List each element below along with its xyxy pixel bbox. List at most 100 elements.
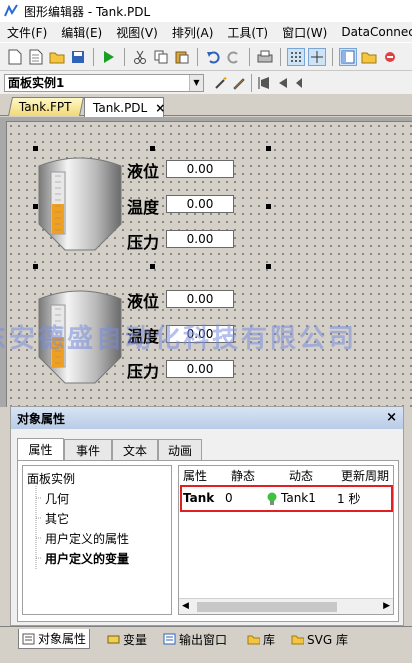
tab-variables[interactable]: 变量 (104, 629, 150, 649)
paste-icon[interactable] (173, 48, 191, 66)
level-value[interactable]: 0.00 (166, 160, 234, 178)
tab-tank-pdl[interactable]: Tank.PDL × (84, 97, 165, 117)
variable-icon (107, 635, 120, 644)
close-icon[interactable]: × (386, 410, 397, 425)
folder-icon (247, 635, 260, 645)
menu-window[interactable]: 窗口(W) (275, 24, 334, 41)
object-selector-value: 面板实例1 (8, 76, 65, 90)
output-icon (163, 633, 176, 645)
tab-text[interactable]: 文本 (112, 439, 158, 460)
tab-label: 对象属性 (38, 632, 87, 646)
selection-handle[interactable] (150, 146, 155, 151)
cut-icon[interactable] (131, 48, 149, 66)
tree-node-geometry[interactable]: 几何 (45, 490, 69, 507)
selection-handle[interactable] (266, 264, 271, 269)
tab-tank-fpt[interactable]: Tank.FPT (7, 97, 85, 116)
menu-view[interactable]: 视图(V) (109, 24, 165, 41)
app-icon (4, 4, 18, 17)
object-properties-panel: 对象属性 × 属性 事件 文本 动画 面板实例 几何 其它 用户定义的属性 用户… (10, 406, 404, 626)
selection-handle[interactable] (266, 146, 271, 151)
temperature-value[interactable]: 0.00 (166, 195, 234, 213)
run-icon[interactable] (100, 48, 118, 66)
title-bar: 图形编辑器 - Tank.PDL (0, 0, 412, 22)
layout-panel-icon[interactable] (339, 47, 357, 66)
menu-tools[interactable]: 工具(T) (220, 24, 275, 41)
redo-icon[interactable] (225, 48, 243, 66)
panel-title: 对象属性 (17, 411, 66, 426)
pencil-icon[interactable] (230, 74, 248, 92)
selection-handle[interactable] (150, 264, 155, 269)
pressure-value[interactable]: 0.00 (166, 230, 234, 248)
horizontal-scrollbar[interactable]: ◀ ▶ (179, 598, 393, 614)
scrollbar-thumb[interactable] (197, 602, 337, 612)
chevron-down-icon[interactable]: ▼ (189, 74, 203, 91)
object-selector[interactable]: 面板实例1 ▼ (4, 73, 204, 92)
object-toolbar: 面板实例1 ▼ (0, 70, 412, 94)
level-label: 液位 (127, 162, 160, 181)
tree-lines (35, 486, 41, 570)
new-doc-icon[interactable] (27, 48, 45, 66)
tank-graphic[interactable] (35, 152, 125, 254)
properties-icon (22, 633, 35, 644)
toolbar (0, 42, 412, 70)
selection-handle[interactable] (266, 204, 271, 209)
column-header-property: 属性 (183, 466, 229, 486)
tab-animation[interactable]: 动画 (158, 439, 202, 460)
level-value[interactable]: 0.00 (166, 290, 234, 308)
tab-object-properties[interactable]: 对象属性 (18, 629, 91, 649)
magic-wand-icon[interactable] (212, 74, 230, 92)
menu-file[interactable]: 文件(F) (0, 24, 54, 41)
pressure-label: 压力 (127, 233, 160, 252)
scroll-left-icon[interactable]: ◀ (182, 601, 189, 611)
tab-svg-library[interactable]: SVG 库 (288, 629, 351, 649)
drawing-canvas[interactable]: 液位 温度 压力 0.00 0.00 0.00 液位 温度 压力 0.00 0.… (6, 121, 412, 407)
panel-title-bar: 对象属性 × (11, 407, 403, 429)
tree-node-panel-instance[interactable]: 面板实例 (27, 470, 75, 487)
open-folder-icon[interactable] (48, 48, 66, 66)
pressure-value[interactable]: 0.00 (166, 360, 234, 378)
menu-arrange[interactable]: 排列(A) (165, 24, 221, 41)
save-icon[interactable] (69, 48, 87, 66)
tab-label: 输出窗口 (179, 632, 228, 647)
tree-node-other[interactable]: 其它 (45, 510, 69, 527)
toolbar-separator (280, 47, 281, 66)
snap-grid-icon[interactable] (308, 47, 326, 66)
watermark: 东安德盛自动化科技有限公司 (0, 324, 358, 354)
toolbar-separator (124, 47, 125, 66)
folder-icon[interactable] (360, 48, 378, 66)
menu-dataconnector[interactable]: DataConnecto (334, 25, 412, 39)
tab-output-window[interactable]: 输出窗口 (160, 629, 230, 649)
tab-label: Tank.PDL (93, 100, 148, 115)
column-header-static: 静态 (231, 466, 277, 486)
folder-icon (291, 635, 304, 645)
copy-icon[interactable] (152, 48, 170, 66)
tab-label: 库 (263, 632, 276, 647)
flip-icon[interactable] (273, 74, 291, 92)
tab-events[interactable]: 事件 (64, 439, 112, 460)
column-header-update-cycle: 更新周期 (341, 466, 393, 486)
toolbar-separator (197, 47, 198, 66)
arrow-left-icon[interactable] (291, 74, 309, 92)
print-icon[interactable] (256, 48, 274, 66)
tools-icon[interactable] (381, 48, 399, 66)
window-title: 图形编辑器 - Tank.PDL (24, 4, 151, 19)
tab-properties[interactable]: 属性 (17, 438, 64, 460)
menu-bar: 文件(F) 编辑(E) 视图(V) 排列(A) 工具(T) 窗口(W) Data… (0, 22, 412, 42)
close-icon[interactable]: × (155, 101, 165, 115)
selection-handle[interactable] (33, 146, 38, 151)
selection-handle[interactable] (33, 264, 38, 269)
pressure-label: 压力 (127, 362, 160, 381)
column-header-dynamic: 动态 (289, 466, 339, 486)
tab-library[interactable]: 库 (244, 629, 278, 649)
menu-edit[interactable]: 编辑(E) (54, 24, 109, 41)
tree-node-user-variables[interactable]: 用户定义的变量 (45, 550, 129, 567)
property-tree: 面板实例 几何 其它 用户定义的属性 用户定义的变量 (22, 465, 172, 615)
properties-body: 面板实例 几何 其它 用户定义的属性 用户定义的变量 属性 静态 动态 更新周期… (17, 460, 399, 622)
tree-node-user-properties[interactable]: 用户定义的属性 (45, 530, 129, 547)
scroll-right-icon[interactable]: ▶ (383, 601, 390, 611)
new-file-icon[interactable] (6, 48, 24, 66)
undo-icon[interactable] (204, 48, 222, 66)
toolbar-separator (249, 47, 250, 66)
grid-toggle-icon[interactable] (287, 47, 305, 66)
align-left-icon[interactable] (255, 74, 273, 92)
